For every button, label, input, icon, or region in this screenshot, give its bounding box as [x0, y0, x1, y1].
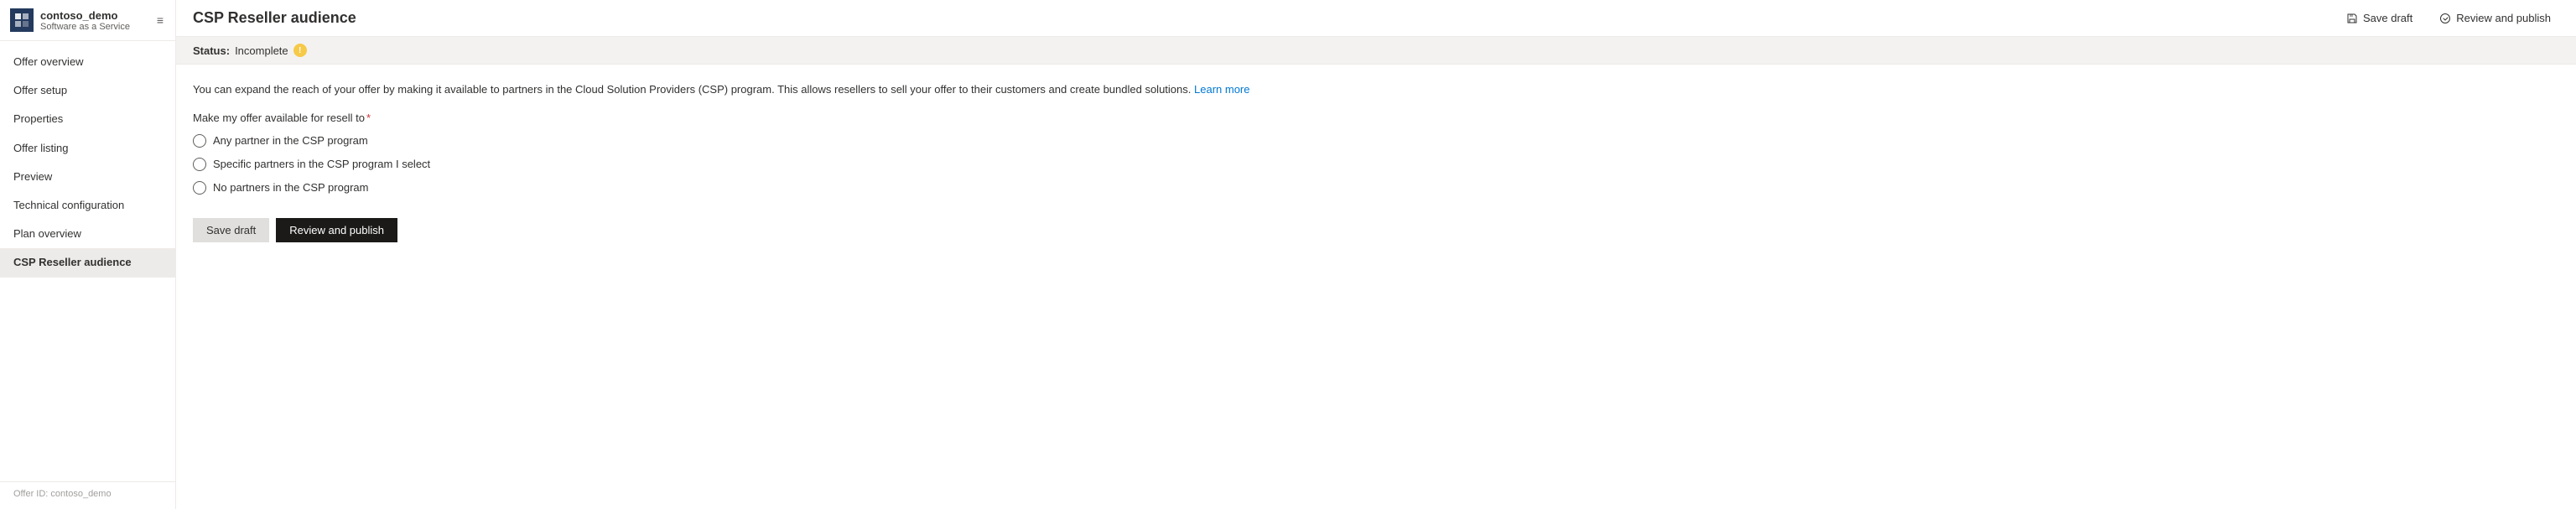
- save-draft-button[interactable]: Save draft: [193, 218, 269, 242]
- app-subtitle: Software as a Service: [40, 22, 148, 32]
- status-incomplete-icon: !: [293, 44, 307, 57]
- sidebar-header: contoso_demo Software as a Service ≡: [0, 0, 175, 41]
- save-draft-top-button[interactable]: Save draft: [2338, 7, 2421, 29]
- review-publish-button[interactable]: Review and publish: [276, 218, 397, 242]
- radio-no-partners-input[interactable]: [193, 181, 206, 195]
- app-name: contoso_demo: [40, 9, 148, 22]
- radio-specific-partners-input[interactable]: [193, 158, 206, 171]
- radio-group: Any partner in the CSP program Specific …: [193, 134, 2559, 195]
- sidebar-footer: Offer ID: contoso_demo: [0, 481, 175, 509]
- field-label: Make my offer available for resell to*: [193, 112, 2559, 124]
- publish-icon: [2439, 13, 2451, 24]
- description-text: You can expand the reach of your offer b…: [193, 81, 2559, 98]
- review-publish-top-label: Review and publish: [2456, 12, 2551, 24]
- offer-id: Offer ID: contoso_demo: [13, 489, 162, 499]
- radio-any-partner-input[interactable]: [193, 134, 206, 148]
- sidebar-item-preview[interactable]: Preview: [0, 163, 175, 191]
- status-value: Incomplete: [235, 44, 288, 57]
- page-title: CSP Reseller audience: [193, 9, 356, 27]
- sidebar-item-csp-reseller-audience[interactable]: CSP Reseller audience: [0, 248, 175, 277]
- radio-any-partner-label: Any partner in the CSP program: [213, 134, 368, 147]
- required-marker: *: [366, 112, 371, 124]
- status-bar: Status: Incomplete !: [176, 37, 2576, 65]
- collapse-button[interactable]: ≡: [155, 12, 165, 29]
- content-area: You can expand the reach of your offer b…: [176, 65, 2576, 509]
- learn-more-link[interactable]: Learn more: [1194, 83, 1249, 96]
- radio-no-partners[interactable]: No partners in the CSP program: [193, 181, 2559, 195]
- review-publish-top-button[interactable]: Review and publish: [2431, 7, 2559, 29]
- sidebar-item-plan-overview[interactable]: Plan overview: [0, 220, 175, 248]
- radio-any-partner[interactable]: Any partner in the CSP program: [193, 134, 2559, 148]
- sidebar-item-properties[interactable]: Properties: [0, 105, 175, 133]
- sidebar-item-offer-setup[interactable]: Offer setup: [0, 76, 175, 105]
- status-label: Status:: [193, 44, 230, 57]
- sidebar-nav: Offer overview Offer setup Properties Of…: [0, 41, 175, 481]
- top-bar: CSP Reseller audience Save draft Review …: [176, 0, 2576, 37]
- radio-specific-partners-label: Specific partners in the CSP program I s…: [213, 158, 430, 170]
- save-icon: [2346, 13, 2358, 24]
- sidebar-item-offer-overview[interactable]: Offer overview: [0, 48, 175, 76]
- app-info: contoso_demo Software as a Service: [40, 9, 148, 32]
- top-bar-actions: Save draft Review and publish: [2338, 7, 2559, 29]
- sidebar-item-offer-listing[interactable]: Offer listing: [0, 134, 175, 163]
- sidebar: contoso_demo Software as a Service ≡ Off…: [0, 0, 176, 509]
- sidebar-item-technical-configuration[interactable]: Technical configuration: [0, 191, 175, 220]
- save-draft-top-label: Save draft: [2363, 12, 2412, 24]
- app-logo: [10, 8, 34, 32]
- radio-specific-partners[interactable]: Specific partners in the CSP program I s…: [193, 158, 2559, 171]
- main-content: CSP Reseller audience Save draft Review …: [176, 0, 2576, 509]
- action-buttons: Save draft Review and publish: [193, 218, 2559, 242]
- radio-no-partners-label: No partners in the CSP program: [213, 181, 368, 194]
